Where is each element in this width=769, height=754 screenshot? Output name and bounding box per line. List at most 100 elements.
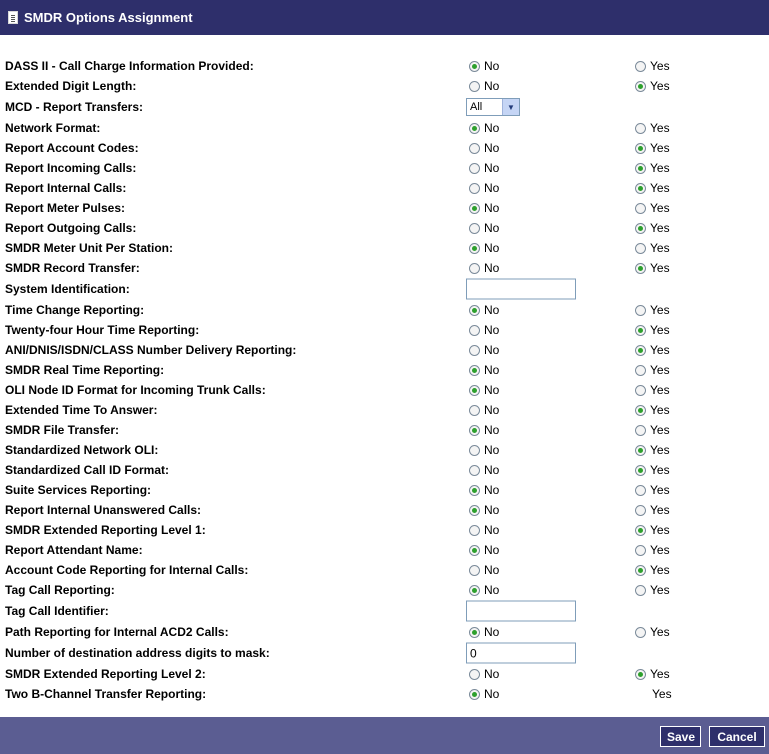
- radio-yes[interactable]: Yes: [635, 121, 670, 135]
- radio-button-icon[interactable]: [469, 324, 480, 336]
- radio-yes[interactable]: Yes: [635, 241, 670, 255]
- radio-button-icon[interactable]: [469, 688, 480, 700]
- radio-yes[interactable]: Yes: [635, 667, 670, 681]
- radio-yes[interactable]: Yes: [635, 523, 670, 537]
- radio-button-icon[interactable]: [469, 80, 480, 92]
- radio-button-icon[interactable]: [469, 222, 480, 234]
- radio-yes[interactable]: Yes: [635, 141, 670, 155]
- radio-no[interactable]: No: [469, 667, 499, 681]
- radio-button-icon[interactable]: [469, 344, 480, 356]
- radio-button-icon[interactable]: [635, 524, 646, 536]
- radio-no[interactable]: No: [469, 463, 499, 477]
- radio-button-icon[interactable]: [635, 202, 646, 214]
- radio-yes[interactable]: Yes: [635, 423, 670, 437]
- radio-no[interactable]: No: [469, 443, 499, 457]
- radio-yes[interactable]: Yes: [635, 221, 670, 235]
- radio-button-icon[interactable]: [635, 424, 646, 436]
- radio-button-icon[interactable]: [635, 262, 646, 274]
- radio-yes[interactable]: Yes: [635, 403, 670, 417]
- radio-no[interactable]: No: [469, 141, 499, 155]
- radio-button-icon[interactable]: [469, 544, 480, 556]
- radio-no[interactable]: No: [469, 59, 499, 73]
- radio-no[interactable]: No: [469, 221, 499, 235]
- radio-yes[interactable]: Yes: [635, 563, 670, 577]
- radio-yes[interactable]: Yes: [635, 323, 670, 337]
- radio-button-icon[interactable]: [635, 484, 646, 496]
- radio-no[interactable]: No: [469, 363, 499, 377]
- radio-button-icon[interactable]: [635, 464, 646, 476]
- radio-yes[interactable]: Yes: [635, 583, 670, 597]
- radio-button-icon[interactable]: [469, 162, 480, 174]
- radio-no[interactable]: No: [469, 543, 499, 557]
- radio-yes[interactable]: Yes: [635, 463, 670, 477]
- radio-button-icon[interactable]: [635, 384, 646, 396]
- radio-yes[interactable]: Yes: [635, 343, 670, 357]
- cancel-button[interactable]: Cancel: [709, 726, 765, 747]
- radio-button-icon[interactable]: [635, 142, 646, 154]
- radio-button-icon[interactable]: [635, 60, 646, 72]
- radio-no[interactable]: No: [469, 483, 499, 497]
- radio-no[interactable]: No: [469, 343, 499, 357]
- radio-no[interactable]: No: [469, 79, 499, 93]
- radio-no[interactable]: No: [469, 261, 499, 275]
- radio-button-icon[interactable]: [635, 444, 646, 456]
- radio-yes[interactable]: Yes: [635, 261, 670, 275]
- radio-button-icon[interactable]: [635, 626, 646, 638]
- radio-button-icon[interactable]: [635, 80, 646, 92]
- radio-button-icon[interactable]: [635, 162, 646, 174]
- radio-button-icon[interactable]: [635, 324, 646, 336]
- radio-no[interactable]: No: [469, 583, 499, 597]
- radio-button-icon[interactable]: [469, 626, 480, 638]
- radio-yes[interactable]: Yes: [635, 483, 670, 497]
- radio-button-icon[interactable]: [469, 504, 480, 516]
- radio-yes[interactable]: Yes: [635, 625, 670, 639]
- radio-button-icon[interactable]: [635, 404, 646, 416]
- radio-yes[interactable]: Yes: [635, 161, 670, 175]
- radio-yes[interactable]: Yes: [635, 181, 670, 195]
- radio-button-icon[interactable]: [469, 364, 480, 376]
- radio-yes[interactable]: Yes: [635, 543, 670, 557]
- radio-button-icon[interactable]: [635, 668, 646, 680]
- radio-button-icon[interactable]: [469, 424, 480, 436]
- radio-button-icon[interactable]: [469, 60, 480, 72]
- radio-button-icon[interactable]: [469, 484, 480, 496]
- radio-button-icon[interactable]: [635, 242, 646, 254]
- radio-button-icon[interactable]: [635, 364, 646, 376]
- radio-button-icon[interactable]: [469, 668, 480, 680]
- radio-button-icon[interactable]: [469, 564, 480, 576]
- radio-button-icon[interactable]: [469, 182, 480, 194]
- radio-button-icon[interactable]: [469, 122, 480, 134]
- radio-button-icon[interactable]: [469, 404, 480, 416]
- radio-no[interactable]: No: [469, 503, 499, 517]
- radio-no[interactable]: No: [469, 383, 499, 397]
- save-button[interactable]: Save: [660, 726, 701, 747]
- radio-yes[interactable]: Yes: [635, 79, 670, 93]
- radio-button-icon[interactable]: [469, 262, 480, 274]
- radio-button-icon[interactable]: [635, 584, 646, 596]
- radio-button-icon[interactable]: [635, 544, 646, 556]
- radio-button-icon[interactable]: [635, 304, 646, 316]
- radio-button-icon[interactable]: [469, 584, 480, 596]
- radio-no[interactable]: No: [469, 523, 499, 537]
- radio-yes[interactable]: Yes: [635, 443, 670, 457]
- radio-no[interactable]: No: [469, 625, 499, 639]
- radio-button-icon[interactable]: [635, 344, 646, 356]
- radio-button-icon[interactable]: [635, 122, 646, 134]
- radio-button-icon[interactable]: [469, 464, 480, 476]
- text-field[interactable]: [466, 278, 576, 300]
- radio-button-icon[interactable]: [469, 304, 480, 316]
- report-transfers-select[interactable]: All ▼: [466, 98, 520, 116]
- radio-no[interactable]: No: [469, 201, 499, 215]
- radio-button-icon[interactable]: [469, 444, 480, 456]
- chevron-down-icon[interactable]: ▼: [502, 99, 519, 115]
- radio-yes[interactable]: Yes: [635, 363, 670, 377]
- text-field[interactable]: [466, 642, 576, 664]
- radio-no[interactable]: No: [469, 563, 499, 577]
- radio-yes[interactable]: Yes: [635, 59, 670, 73]
- radio-no[interactable]: No: [469, 303, 499, 317]
- radio-no[interactable]: No: [469, 241, 499, 255]
- radio-button-icon[interactable]: [469, 202, 480, 214]
- radio-yes[interactable]: Yes: [635, 383, 670, 397]
- radio-button-icon[interactable]: [469, 384, 480, 396]
- text-field[interactable]: [466, 600, 576, 622]
